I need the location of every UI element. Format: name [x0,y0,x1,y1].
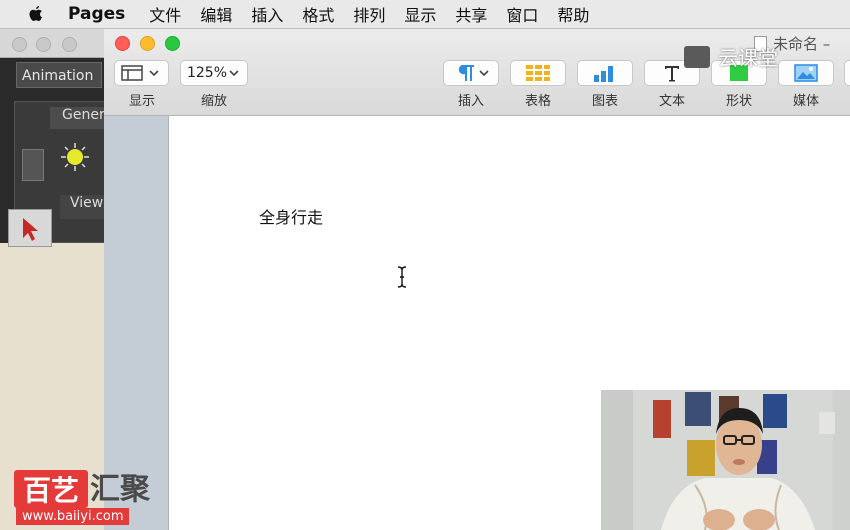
menu-arrange[interactable]: 排列 [353,2,385,26]
menu-help[interactable]: 帮助 [557,2,589,26]
document-title-text: 未命名 – [773,35,831,53]
menu-app-name[interactable]: Pages [68,4,125,24]
media-image-icon [794,64,818,82]
menu-insert[interactable]: 插入 [251,2,283,26]
chart-button[interactable] [577,60,633,86]
apple-icon[interactable] [26,5,46,24]
zoom-value: 125% [186,65,228,81]
text-label: 文本 [658,94,685,109]
baiyi-watermark: 百艺 汇聚 www.baiiyi.com [14,464,150,525]
table-label: 表格 [524,94,551,109]
pilcrow-icon [458,65,489,81]
background-app-window: Animation Gener View [0,29,106,530]
media-button[interactable] [778,60,834,86]
table-icon [526,65,550,81]
menu-share[interactable]: 共享 [455,2,487,26]
webcam-overlay [601,390,850,530]
overflow-button[interactable] [844,60,850,86]
menu-view[interactable]: 显示 [404,2,436,26]
document-body-text[interactable]: 全身行走 [259,204,323,228]
menu-file[interactable]: 文件 [149,2,181,26]
general-tab[interactable]: Gener [50,107,105,129]
view-tab[interactable]: View [60,195,104,219]
chart-label: 图表 [591,94,618,109]
media-label: 媒体 [792,94,819,109]
yunketang-watermark: 云课堂 [684,42,778,71]
yunketang-text: 云课堂 [718,46,778,70]
pointer-arrow-icon [23,218,38,241]
zoom-button[interactable] [165,36,180,51]
baiyi-logo-gray: 汇聚 [90,472,150,507]
animation-tab[interactable]: Animation [16,62,102,88]
yunketang-logo-icon [684,45,710,68]
view-layout-icon [120,65,159,81]
insert-button[interactable] [443,60,499,86]
text-cursor-icon [397,266,407,288]
bg-minimize-button[interactable] [36,37,51,52]
menu-format[interactable]: 格式 [302,2,334,26]
baiyi-logo-red: 百艺 [14,470,88,508]
select-tool-button[interactable] [8,209,52,247]
table-button[interactable] [510,60,566,86]
shape-label: 形状 [725,94,752,109]
baiyi-logo: 百艺 汇聚 [14,464,150,508]
insert-label: 插入 [457,94,484,109]
baiyi-url: www.baiiyi.com [16,508,130,525]
presenter-video-image [601,390,850,530]
bg-zoom-button[interactable] [62,37,77,52]
zoom-select[interactable]: 125% [180,60,248,86]
view-button[interactable] [114,60,169,86]
bg-slider[interactable] [22,149,44,181]
menu-bar: Pages 文件 编辑 插入 格式 排列 显示 共享 窗口 帮助 [0,0,850,29]
chevron-down-icon [229,70,239,77]
bg-close-button[interactable] [12,37,27,52]
background-titlebar [0,29,104,58]
text-icon [665,66,679,82]
view-label: 显示 [128,94,155,109]
menu-edit[interactable]: 编辑 [200,2,232,26]
menu-window[interactable]: 窗口 [506,2,538,26]
close-button[interactable] [115,36,130,51]
zoom-label: 缩放 [200,94,227,109]
bar-chart-icon [594,66,613,82]
light-bulb-icon[interactable] [60,142,90,172]
minimize-button[interactable] [140,36,155,51]
